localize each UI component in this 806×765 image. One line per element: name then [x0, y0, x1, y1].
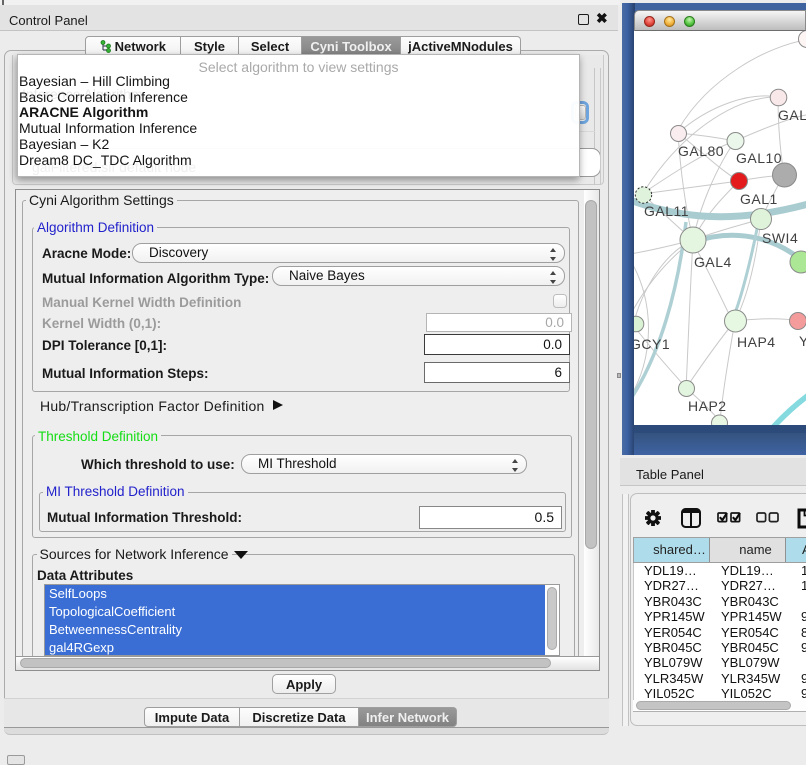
svg-text:GAL7: GAL7 — [778, 107, 806, 123]
svg-text:GAL1: GAL1 — [740, 191, 778, 207]
svg-text:GAL10: GAL10 — [736, 150, 782, 166]
svg-text:GAL80: GAL80 — [678, 143, 724, 159]
svg-text:SWI4: SWI4 — [762, 230, 798, 246]
svg-text:GCY1: GCY1 — [634, 336, 670, 352]
svg-text:Y: Y — [799, 333, 806, 349]
svg-text:HAP4: HAP4 — [737, 334, 776, 350]
svg-text:GAL11: GAL11 — [644, 203, 689, 219]
svg-text:HAP2: HAP2 — [688, 398, 727, 414]
svg-text:GAL4: GAL4 — [694, 254, 732, 270]
